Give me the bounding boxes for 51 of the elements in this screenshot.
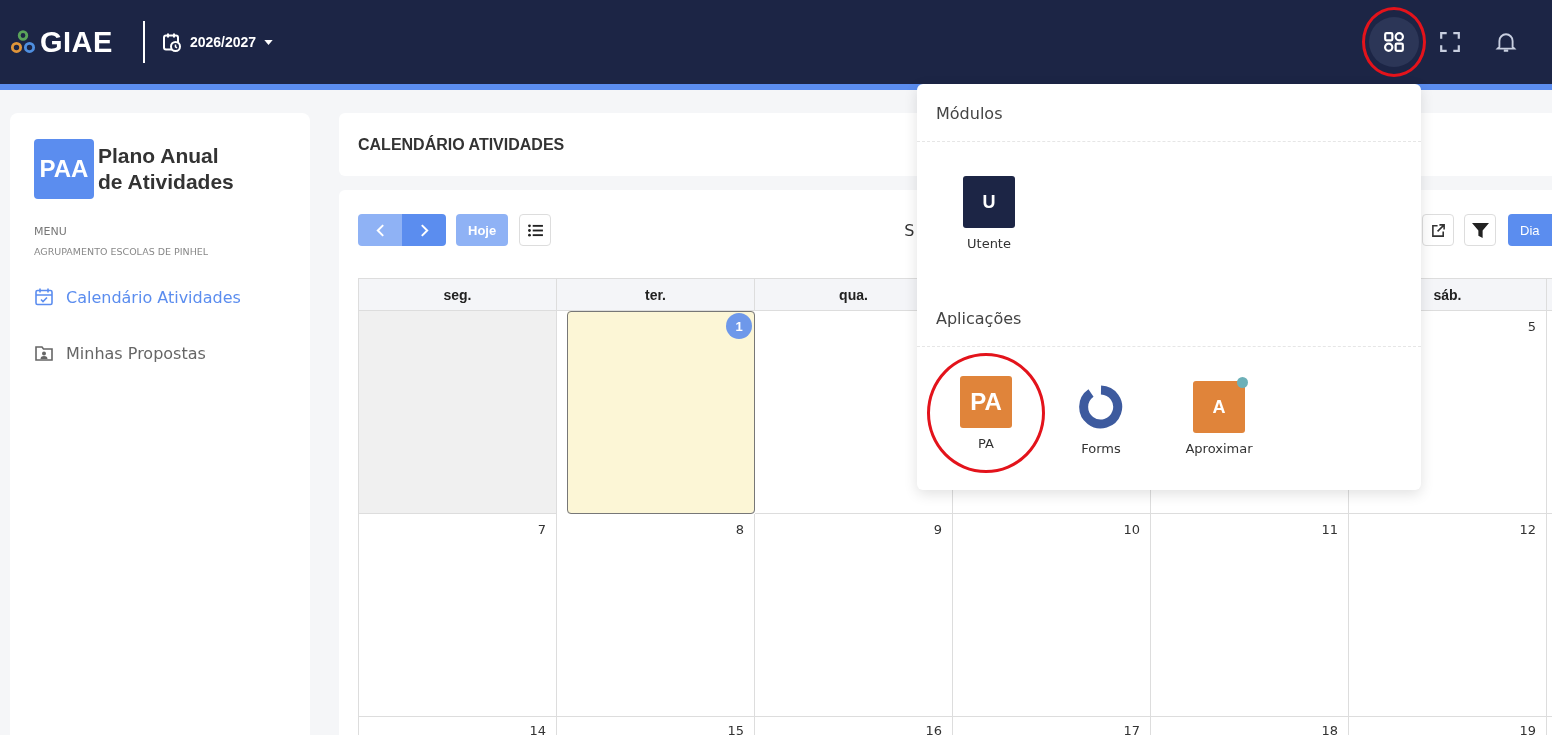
day-cell[interactable]: 9 xyxy=(755,514,953,717)
day-cell[interactable]: 10 xyxy=(953,514,1151,717)
ring-icon xyxy=(1079,385,1123,429)
chevron-left-icon xyxy=(375,223,385,237)
export-button[interactable] xyxy=(1422,214,1454,246)
app-title: Plano Anual de Atividades xyxy=(98,143,234,195)
organization-name: AGRUPAMENTO ESCOLAS DE PINHEL xyxy=(34,246,210,257)
chevron-right-icon xyxy=(419,223,429,237)
grid-icon xyxy=(1383,31,1405,53)
app-tile-icon: U xyxy=(963,176,1015,228)
filter-button[interactable] xyxy=(1464,214,1496,246)
day-cell[interactable]: 8 xyxy=(557,514,755,717)
logo-icon xyxy=(10,29,36,55)
day-cell[interactable]: 15 xyxy=(557,717,755,735)
day-cell[interactable]: 12 xyxy=(1349,514,1547,717)
day-cell[interactable]: 16 xyxy=(755,717,953,735)
folder-user-icon xyxy=(34,343,54,363)
caret-icon xyxy=(264,39,274,45)
list-view-button[interactable] xyxy=(519,214,552,246)
day-cell[interactable]: 18 xyxy=(1151,717,1349,735)
page-title: CALENDÁRIO ATIVIDADES xyxy=(358,135,565,154)
calendar-clock-icon xyxy=(161,32,182,52)
app-logo: GIAE xyxy=(40,25,113,59)
day-cell[interactable]: 19 xyxy=(1349,717,1547,735)
day-cell[interactable] xyxy=(359,311,557,514)
filter-icon xyxy=(1471,221,1489,239)
highlight-circle xyxy=(1362,7,1426,77)
app-tile-icon: PA xyxy=(960,375,1012,428)
day-cell[interactable]: 11 xyxy=(1151,514,1349,717)
apps-button[interactable] xyxy=(1369,17,1419,67)
calendar-check-icon xyxy=(34,287,54,307)
calendar-title: S xyxy=(904,220,915,240)
app-launcher[interactable]: U Utente xyxy=(941,176,1037,251)
day-cell[interactable]: 7 xyxy=(359,514,557,717)
app-badge: PAA xyxy=(34,139,94,199)
menu-label: MENU xyxy=(34,225,68,238)
fullscreen-icon xyxy=(1439,31,1461,53)
list-icon xyxy=(527,223,543,237)
day-cell[interactable]: 17 xyxy=(953,717,1151,735)
weekday-header: seg. xyxy=(359,279,557,311)
section-title: Aplicações xyxy=(917,309,1421,347)
section-title: Módulos xyxy=(917,84,1421,142)
day-cell[interactable]: 14 xyxy=(359,717,557,735)
school-year-dropdown[interactable]: 2026/2027 xyxy=(161,32,274,52)
export-icon xyxy=(1430,222,1446,238)
sidebar-item[interactable]: Minhas Propostas xyxy=(34,343,286,363)
weekday-header: ter. xyxy=(557,279,755,311)
app-launcher[interactable]: PA PA xyxy=(938,375,1034,451)
app-launcher[interactable]: A Aproximar xyxy=(1171,381,1267,456)
app-launcher[interactable]: Forms xyxy=(1053,381,1149,456)
bell-icon xyxy=(1495,31,1517,53)
